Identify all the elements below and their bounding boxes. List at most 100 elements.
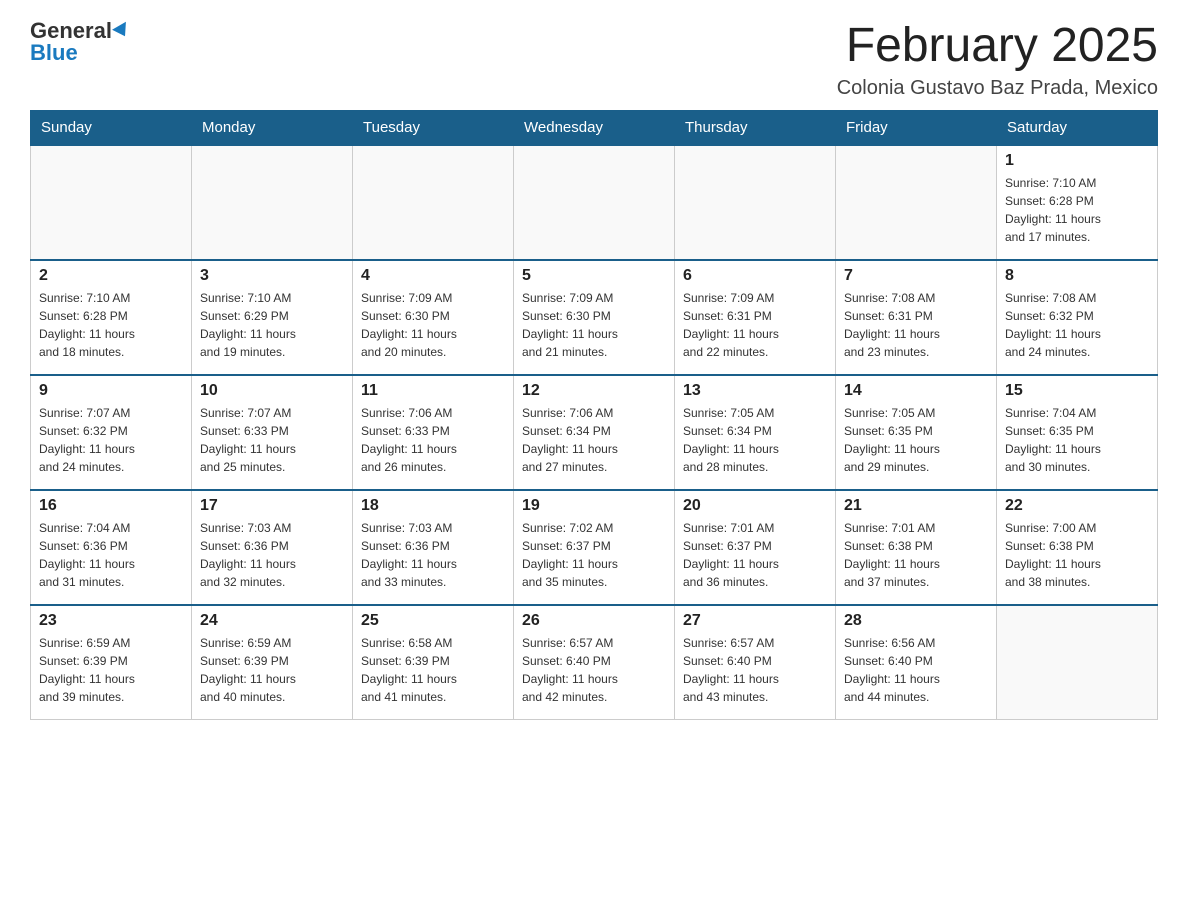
calendar-cell: 15 Sunrise: 7:04 AM Sunset: 6:35 PM Dayli… (997, 375, 1158, 490)
day-info: Sunrise: 7:08 AM Sunset: 6:31 PM Dayligh… (844, 289, 988, 361)
day-info: Sunrise: 7:07 AM Sunset: 6:33 PM Dayligh… (200, 404, 344, 476)
day-number: 25 (361, 612, 505, 630)
day-number: 14 (844, 382, 988, 400)
day-number: 13 (683, 382, 827, 400)
day-number: 10 (200, 382, 344, 400)
calendar-header-row: SundayMondayTuesdayWednesdayThursdayFrid… (31, 110, 1158, 145)
calendar-cell (31, 145, 192, 260)
column-header-monday: Monday (192, 110, 353, 145)
day-info: Sunrise: 7:09 AM Sunset: 6:30 PM Dayligh… (522, 289, 666, 361)
calendar-cell: 12Sunrise: 7:06 AM Sunset: 6:34 PM Dayli… (514, 375, 675, 490)
day-number: 5 (522, 267, 666, 285)
calendar-cell: 28 Sunrise: 6:56 AM Sunset: 6:40 PM Dayli… (836, 605, 997, 720)
calendar-cell (514, 145, 675, 260)
page-header: General Blue February 2025 Colonia Gusta… (30, 20, 1158, 100)
calendar-cell: 16Sunrise: 7:04 AM Sunset: 6:36 PM Dayli… (31, 490, 192, 605)
column-header-friday: Friday (836, 110, 997, 145)
column-header-sunday: Sunday (31, 110, 192, 145)
day-info: Sunrise: 7:06 AM Sunset: 6:34 PM Dayligh… (522, 404, 666, 476)
day-number: 9 (39, 382, 183, 400)
calendar-table: SundayMondayTuesdayWednesdayThursdayFrid… (30, 110, 1158, 721)
day-number: 27 (683, 612, 827, 630)
day-info: Sunrise: 7:10 AM Sunset: 6:29 PM Dayligh… (200, 289, 344, 361)
calendar-cell: 8 Sunrise: 7:08 AM Sunset: 6:32 PM Daylig… (997, 260, 1158, 375)
day-info: Sunrise: 7:03 AM Sunset: 6:36 PM Dayligh… (361, 519, 505, 591)
logo-triangle-icon (112, 22, 132, 40)
day-number: 17 (200, 497, 344, 515)
day-number: 22 (1005, 497, 1149, 515)
day-number: 15 (1005, 382, 1149, 400)
calendar-cell (192, 145, 353, 260)
day-info: Sunrise: 7:08 AM Sunset: 6:32 PM Dayligh… (1005, 289, 1149, 361)
day-info: Sunrise: 7:09 AM Sunset: 6:31 PM Dayligh… (683, 289, 827, 361)
day-info: Sunrise: 7:03 AM Sunset: 6:36 PM Dayligh… (200, 519, 344, 591)
day-info: Sunrise: 7:05 AM Sunset: 6:34 PM Dayligh… (683, 404, 827, 476)
calendar-cell: 11Sunrise: 7:06 AM Sunset: 6:33 PM Dayli… (353, 375, 514, 490)
logo-general-text: General (30, 20, 112, 42)
day-number: 8 (1005, 267, 1149, 285)
week-row-1: 1 Sunrise: 7:10 AM Sunset: 6:28 PM Daylig… (31, 145, 1158, 260)
calendar-cell: 19 Sunrise: 7:02 AM Sunset: 6:37 PM Dayli… (514, 490, 675, 605)
calendar-cell: 6 Sunrise: 7:09 AM Sunset: 6:31 PM Daylig… (675, 260, 836, 375)
week-row-5: 23 Sunrise: 6:59 AM Sunset: 6:39 PM Dayli… (31, 605, 1158, 720)
day-info: Sunrise: 6:59 AM Sunset: 6:39 PM Dayligh… (200, 634, 344, 706)
calendar-cell: 4Sunrise: 7:09 AM Sunset: 6:30 PM Daylig… (353, 260, 514, 375)
calendar-cell: 21 Sunrise: 7:01 AM Sunset: 6:38 PM Dayli… (836, 490, 997, 605)
day-info: Sunrise: 7:10 AM Sunset: 6:28 PM Dayligh… (1005, 174, 1149, 246)
calendar-cell: 23 Sunrise: 6:59 AM Sunset: 6:39 PM Dayli… (31, 605, 192, 720)
day-info: Sunrise: 6:57 AM Sunset: 6:40 PM Dayligh… (683, 634, 827, 706)
day-number: 23 (39, 612, 183, 630)
calendar-cell: 14 Sunrise: 7:05 AM Sunset: 6:35 PM Dayli… (836, 375, 997, 490)
calendar-cell: 18Sunrise: 7:03 AM Sunset: 6:36 PM Dayli… (353, 490, 514, 605)
title-section: February 2025 Colonia Gustavo Baz Prada,… (837, 20, 1158, 100)
day-number: 6 (683, 267, 827, 285)
calendar-cell: 1 Sunrise: 7:10 AM Sunset: 6:28 PM Daylig… (997, 145, 1158, 260)
day-number: 26 (522, 612, 666, 630)
calendar-cell: 2 Sunrise: 7:10 AM Sunset: 6:28 PM Daylig… (31, 260, 192, 375)
calendar-cell: 24 Sunrise: 6:59 AM Sunset: 6:39 PM Dayli… (192, 605, 353, 720)
day-info: Sunrise: 7:04 AM Sunset: 6:35 PM Dayligh… (1005, 404, 1149, 476)
calendar-cell (997, 605, 1158, 720)
day-info: Sunrise: 7:09 AM Sunset: 6:30 PM Dayligh… (361, 289, 505, 361)
day-number: 20 (683, 497, 827, 515)
calendar-cell (675, 145, 836, 260)
calendar-cell: 7 Sunrise: 7:08 AM Sunset: 6:31 PM Daylig… (836, 260, 997, 375)
calendar-cell: 13 Sunrise: 7:05 AM Sunset: 6:34 PM Dayli… (675, 375, 836, 490)
logo-blue-text: Blue (30, 42, 78, 64)
day-info: Sunrise: 7:06 AM Sunset: 6:33 PM Dayligh… (361, 404, 505, 476)
day-number: 21 (844, 497, 988, 515)
day-info: Sunrise: 7:10 AM Sunset: 6:28 PM Dayligh… (39, 289, 183, 361)
day-number: 2 (39, 267, 183, 285)
calendar-cell: 10 Sunrise: 7:07 AM Sunset: 6:33 PM Dayli… (192, 375, 353, 490)
day-number: 7 (844, 267, 988, 285)
day-info: Sunrise: 6:56 AM Sunset: 6:40 PM Dayligh… (844, 634, 988, 706)
column-header-wednesday: Wednesday (514, 110, 675, 145)
day-info: Sunrise: 7:01 AM Sunset: 6:37 PM Dayligh… (683, 519, 827, 591)
column-header-saturday: Saturday (997, 110, 1158, 145)
day-info: Sunrise: 7:07 AM Sunset: 6:32 PM Dayligh… (39, 404, 183, 476)
day-info: Sunrise: 6:57 AM Sunset: 6:40 PM Dayligh… (522, 634, 666, 706)
day-info: Sunrise: 7:01 AM Sunset: 6:38 PM Dayligh… (844, 519, 988, 591)
month-title: February 2025 (837, 20, 1158, 73)
calendar-cell: 17 Sunrise: 7:03 AM Sunset: 6:36 PM Dayli… (192, 490, 353, 605)
day-info: Sunrise: 7:00 AM Sunset: 6:38 PM Dayligh… (1005, 519, 1149, 591)
calendar-cell: 20 Sunrise: 7:01 AM Sunset: 6:37 PM Dayli… (675, 490, 836, 605)
day-info: Sunrise: 7:05 AM Sunset: 6:35 PM Dayligh… (844, 404, 988, 476)
day-number: 19 (522, 497, 666, 515)
day-info: Sunrise: 6:59 AM Sunset: 6:39 PM Dayligh… (39, 634, 183, 706)
day-info: Sunrise: 7:02 AM Sunset: 6:37 PM Dayligh… (522, 519, 666, 591)
calendar-cell: 22 Sunrise: 7:00 AM Sunset: 6:38 PM Dayli… (997, 490, 1158, 605)
logo: General Blue (30, 20, 130, 64)
calendar-cell: 3Sunrise: 7:10 AM Sunset: 6:29 PM Daylig… (192, 260, 353, 375)
day-info: Sunrise: 7:04 AM Sunset: 6:36 PM Dayligh… (39, 519, 183, 591)
day-number: 28 (844, 612, 988, 630)
calendar-cell (836, 145, 997, 260)
week-row-2: 2 Sunrise: 7:10 AM Sunset: 6:28 PM Daylig… (31, 260, 1158, 375)
calendar-cell: 27 Sunrise: 6:57 AM Sunset: 6:40 PM Dayli… (675, 605, 836, 720)
calendar-cell: 25 Sunrise: 6:58 AM Sunset: 6:39 PM Dayli… (353, 605, 514, 720)
calendar-cell: 26 Sunrise: 6:57 AM Sunset: 6:40 PM Dayli… (514, 605, 675, 720)
day-info: Sunrise: 6:58 AM Sunset: 6:39 PM Dayligh… (361, 634, 505, 706)
column-header-tuesday: Tuesday (353, 110, 514, 145)
day-number: 24 (200, 612, 344, 630)
day-number: 1 (1005, 152, 1149, 170)
